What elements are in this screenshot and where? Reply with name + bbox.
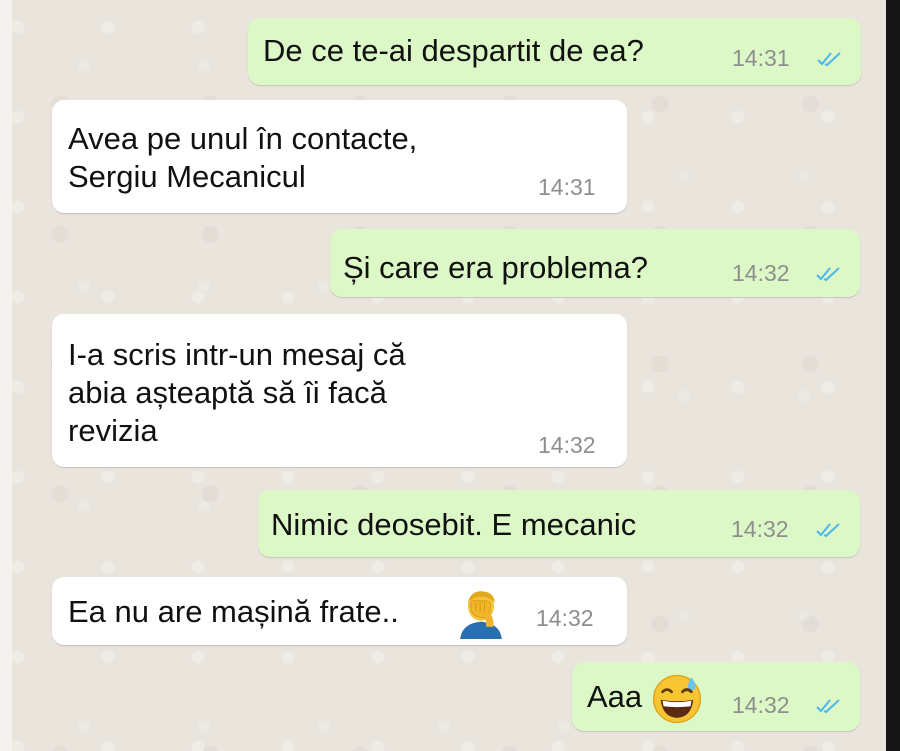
message-time: 14:31 bbox=[538, 174, 596, 200]
read-ticks-icon bbox=[816, 699, 840, 714]
message-time: 14:32 bbox=[731, 516, 789, 542]
message-time: 14:32 bbox=[732, 692, 790, 718]
message-time: 14:32 bbox=[732, 260, 790, 286]
read-ticks-icon bbox=[816, 267, 840, 282]
message-text: De ce te-ai despartit de ea? bbox=[263, 33, 644, 68]
message-outgoing[interactable]: De ce te-ai despartit de ea? 14:31 bbox=[248, 18, 861, 85]
message-text: Nimic deosebit. E mecanic bbox=[271, 507, 637, 542]
read-ticks-icon bbox=[816, 523, 840, 538]
message-text: Avea pe unul în contacte, Sergiu Mecanic… bbox=[68, 121, 418, 194]
message-incoming[interactable]: Avea pe unul în contacte, Sergiu Mecanic… bbox=[52, 100, 627, 213]
facepalm-emoji bbox=[460, 591, 502, 639]
read-ticks-icon bbox=[817, 52, 841, 67]
message-outgoing[interactable]: Aaa 14:32 bbox=[572, 662, 860, 731]
message-time: 14:32 bbox=[538, 432, 596, 458]
message-text: Ea nu are mașină frate.. bbox=[68, 594, 399, 629]
message-outgoing[interactable]: Și care era problema? 14:32 bbox=[330, 229, 860, 297]
right-edge bbox=[886, 0, 900, 751]
left-edge bbox=[0, 0, 12, 751]
grinning-sweat-emoji bbox=[652, 674, 702, 724]
message-time: 14:31 bbox=[732, 45, 790, 71]
chat-area: De ce te-ai despartit de ea? 14:31 Avea … bbox=[0, 0, 900, 751]
message-incoming[interactable]: I-a scris intr-un mesaj că abia așteaptă… bbox=[52, 314, 627, 467]
message-outgoing[interactable]: Nimic deosebit. E mecanic 14:32 bbox=[258, 490, 860, 557]
message-incoming[interactable]: Ea nu are mașină frate.. 14:32 bbox=[52, 577, 627, 645]
message-text: Și care era problema? bbox=[343, 250, 648, 285]
message-text: Aaa bbox=[587, 679, 643, 714]
message-text: I-a scris intr-un mesaj că abia așteaptă… bbox=[68, 337, 406, 448]
message-time: 14:32 bbox=[536, 605, 594, 631]
